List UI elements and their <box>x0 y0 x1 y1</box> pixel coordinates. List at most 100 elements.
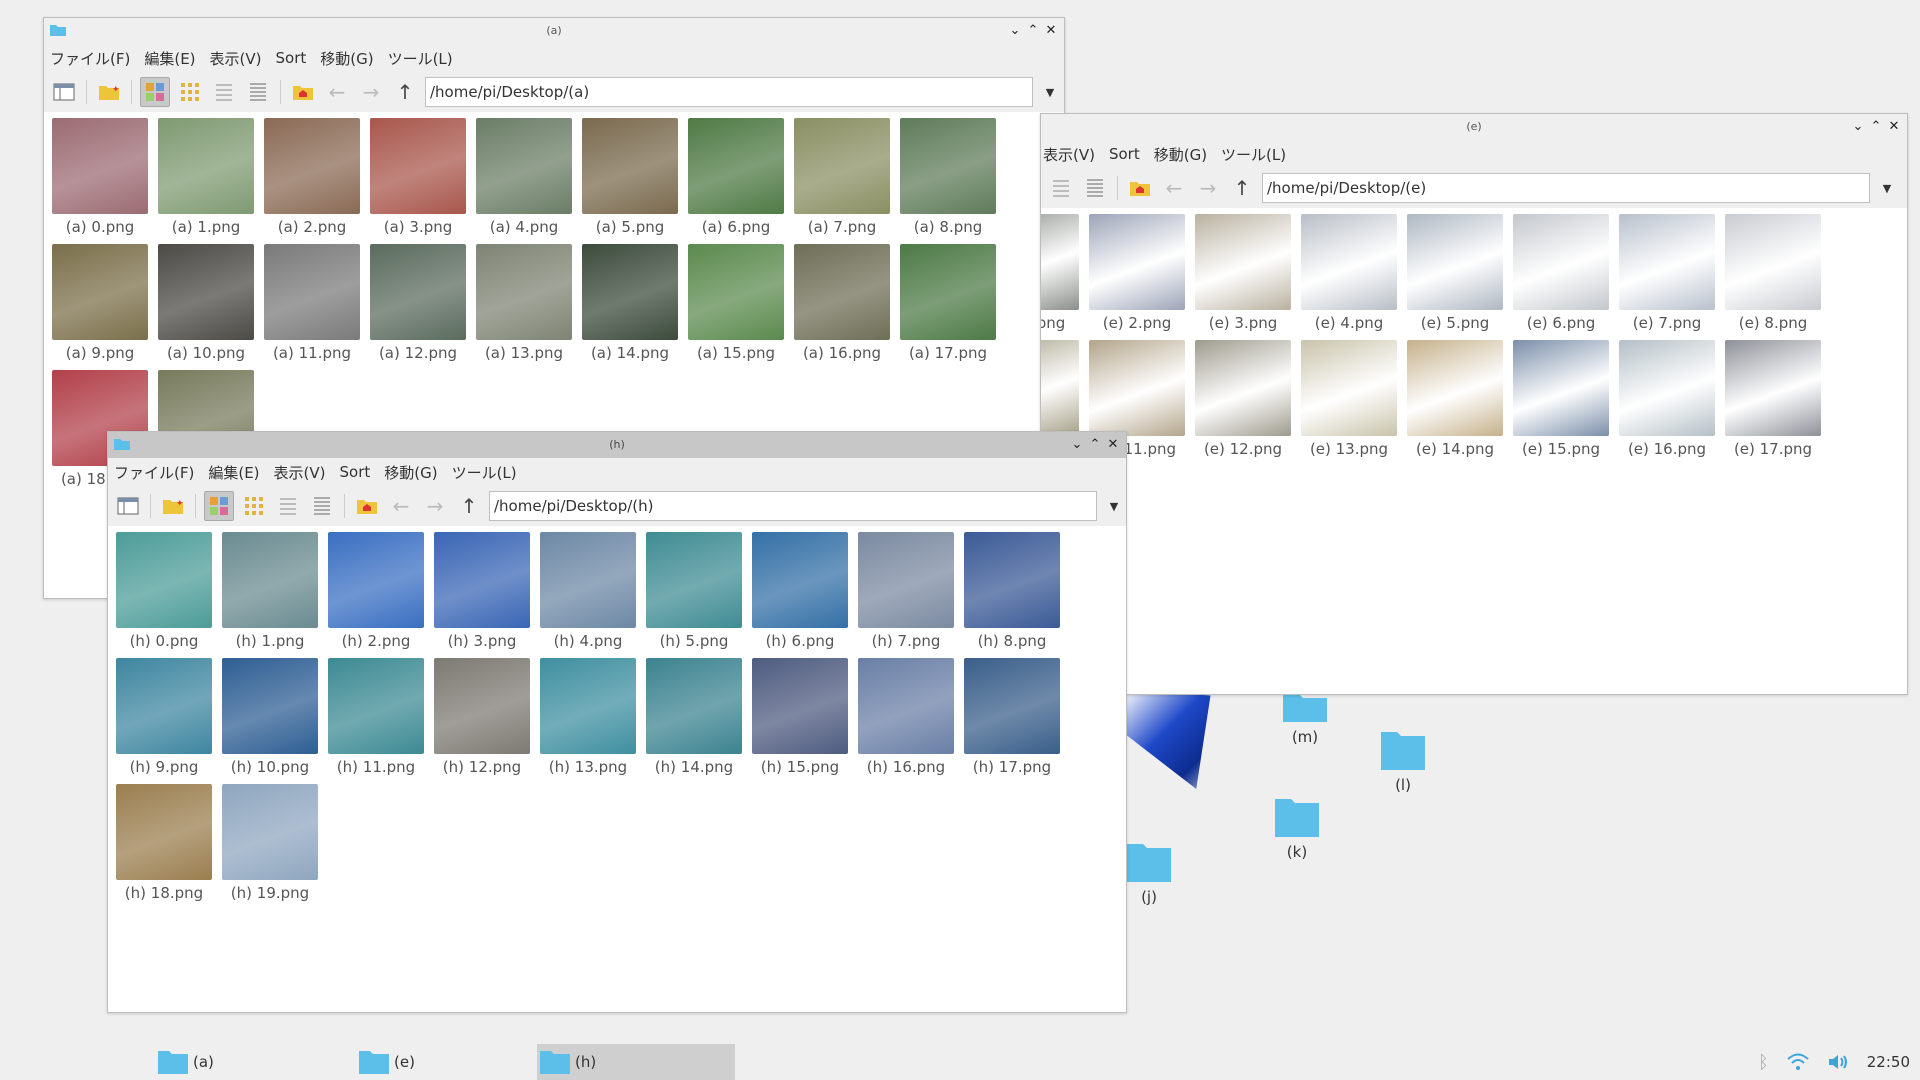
maximize-button[interactable]: ⌃ <box>1026 21 1040 39</box>
bluetooth-icon[interactable]: ᛒ <box>1758 1052 1769 1073</box>
menu-edit[interactable]: 編集(E) <box>144 48 195 69</box>
home-button[interactable] <box>353 492 381 520</box>
view-icons-button[interactable] <box>176 78 204 106</box>
file-item[interactable]: (e) 5.png <box>1403 214 1507 332</box>
file-item[interactable]: (e) 1.png <box>1041 214 1083 332</box>
file-item[interactable]: (a) 12.png <box>366 244 470 362</box>
file-item[interactable]: (h) 6.png <box>748 532 852 650</box>
menu-sort[interactable]: Sort <box>276 49 307 67</box>
file-item[interactable]: (a) 4.png <box>472 118 576 236</box>
view-thumbnails-button[interactable] <box>140 77 170 107</box>
menu-tools[interactable]: ツール(L) <box>1221 144 1286 165</box>
file-item[interactable]: (e) 3.png <box>1191 214 1295 332</box>
menu-go[interactable]: 移動(G) <box>384 462 437 483</box>
desktop-folder-j[interactable]: (j) <box>1124 840 1174 906</box>
menu-sort[interactable]: Sort <box>340 463 371 481</box>
back-button[interactable]: ← <box>1160 174 1188 202</box>
task-window-e[interactable]: (e) <box>336 1044 532 1080</box>
file-item[interactable]: (a) 13.png <box>472 244 576 362</box>
menu-file[interactable]: ファイル(F) <box>50 48 130 69</box>
forward-button[interactable]: → <box>1194 174 1222 202</box>
file-item[interactable]: (e) 6.png <box>1509 214 1613 332</box>
up-button[interactable]: ↑ <box>455 492 483 520</box>
file-item[interactable]: (a) 6.png <box>684 118 788 236</box>
desktop-folder-k[interactable]: (k) <box>1272 795 1322 861</box>
menu-view[interactable]: 表示(V) <box>274 462 326 483</box>
file-item[interactable]: (a) 3.png <box>366 118 470 236</box>
view-thumbnails-button[interactable] <box>204 491 234 521</box>
file-item[interactable]: (e) 8.png <box>1721 214 1825 332</box>
close-button[interactable]: ✕ <box>1887 117 1901 135</box>
desktop-folder-m[interactable]: (m) <box>1280 690 1330 746</box>
up-button[interactable]: ↑ <box>391 78 419 106</box>
minimize-button[interactable]: ⌄ <box>1070 435 1084 453</box>
view-compact-button[interactable] <box>210 78 238 106</box>
maximize-button[interactable]: ⌃ <box>1869 117 1883 135</box>
file-item[interactable]: (a) 8.png <box>896 118 1000 236</box>
file-item[interactable]: (e) 17.png <box>1721 340 1825 458</box>
file-item[interactable]: (e) 2.png <box>1085 214 1189 332</box>
volume-icon[interactable] <box>1827 1053 1849 1071</box>
menu-sort[interactable]: Sort <box>1109 145 1140 163</box>
menu-view[interactable]: 表示(V) <box>1043 144 1095 165</box>
back-button[interactable]: ← <box>387 492 415 520</box>
file-item[interactable]: (h) 8.png <box>960 532 1064 650</box>
file-item[interactable]: (h) 19.png <box>218 784 322 902</box>
file-item[interactable]: (a) 16.png <box>790 244 894 362</box>
file-item[interactable]: (e) 14.png <box>1403 340 1507 458</box>
up-button[interactable]: ↑ <box>1228 174 1256 202</box>
path-input[interactable]: /home/pi/Desktop/(a) <box>425 77 1033 107</box>
back-button[interactable]: ← <box>323 78 351 106</box>
file-item[interactable]: (h) 10.png <box>218 658 322 776</box>
toggle-sidebar-button[interactable] <box>114 492 142 520</box>
clock[interactable]: 22:50 <box>1867 1053 1910 1071</box>
minimize-button[interactable]: ⌄ <box>1851 117 1865 135</box>
file-item[interactable]: (h) 9.png <box>112 658 216 776</box>
titlebar[interactable]: (a) ⌄ ⌃ ✕ <box>44 18 1064 44</box>
file-item[interactable]: (a) 2.png <box>260 118 364 236</box>
file-item[interactable]: (h) 13.png <box>536 658 640 776</box>
forward-button[interactable]: → <box>357 78 385 106</box>
file-item[interactable]: (e) 7.png <box>1615 214 1719 332</box>
menu-edit[interactable]: 編集(E) <box>208 462 259 483</box>
path-input[interactable]: /home/pi/Desktop/(e) <box>1262 173 1870 203</box>
task-window-h[interactable]: (h) <box>537 1044 735 1080</box>
task-window-a[interactable]: (a) <box>135 1044 331 1080</box>
menu-view[interactable]: 表示(V) <box>210 48 262 69</box>
file-item[interactable]: (e) 12.png <box>1191 340 1295 458</box>
view-list-button[interactable] <box>1081 174 1109 202</box>
path-dropdown-button[interactable]: ▼ <box>1103 491 1125 521</box>
view-list-button[interactable] <box>308 492 336 520</box>
file-item[interactable]: (h) 0.png <box>112 532 216 650</box>
file-item[interactable]: (h) 11.png <box>324 658 428 776</box>
file-item[interactable]: (h) 2.png <box>324 532 428 650</box>
desktop-folder-l[interactable]: (l) <box>1378 728 1428 794</box>
toggle-sidebar-button[interactable] <box>50 78 78 106</box>
file-item[interactable]: (a) 0.png <box>48 118 152 236</box>
file-item[interactable]: (e) 13.png <box>1297 340 1401 458</box>
menu-tools[interactable]: ツール(L) <box>388 48 453 69</box>
file-item[interactable]: (a) 15.png <box>684 244 788 362</box>
file-item[interactable]: (a) 7.png <box>790 118 894 236</box>
file-item[interactable]: (e) 4.png <box>1297 214 1401 332</box>
menu-file[interactable]: ファイル(F) <box>114 462 194 483</box>
close-button[interactable]: ✕ <box>1044 21 1058 39</box>
file-item[interactable]: (h) 18.png <box>112 784 216 902</box>
file-item[interactable]: (h) 15.png <box>748 658 852 776</box>
minimize-button[interactable]: ⌄ <box>1008 21 1022 39</box>
titlebar[interactable]: (h) ⌄ ⌃ ✕ <box>108 432 1126 458</box>
file-item[interactable]: (h) 14.png <box>642 658 746 776</box>
view-list-button[interactable] <box>244 78 272 106</box>
file-item[interactable]: (a) 14.png <box>578 244 682 362</box>
path-input[interactable]: /home/pi/Desktop/(h) <box>489 491 1097 521</box>
menu-go[interactable]: 移動(G) <box>1154 144 1207 165</box>
view-compact-button[interactable] <box>1047 174 1075 202</box>
home-button[interactable] <box>1126 174 1154 202</box>
file-item[interactable]: (e) 15.png <box>1509 340 1613 458</box>
menu-tools[interactable]: ツール(L) <box>452 462 517 483</box>
path-dropdown-button[interactable]: ▼ <box>1039 77 1061 107</box>
titlebar[interactable]: (e) ⌄ ⌃ ✕ <box>1041 114 1907 140</box>
home-button[interactable] <box>289 78 317 106</box>
forward-button[interactable]: → <box>421 492 449 520</box>
file-item[interactable]: (h) 5.png <box>642 532 746 650</box>
